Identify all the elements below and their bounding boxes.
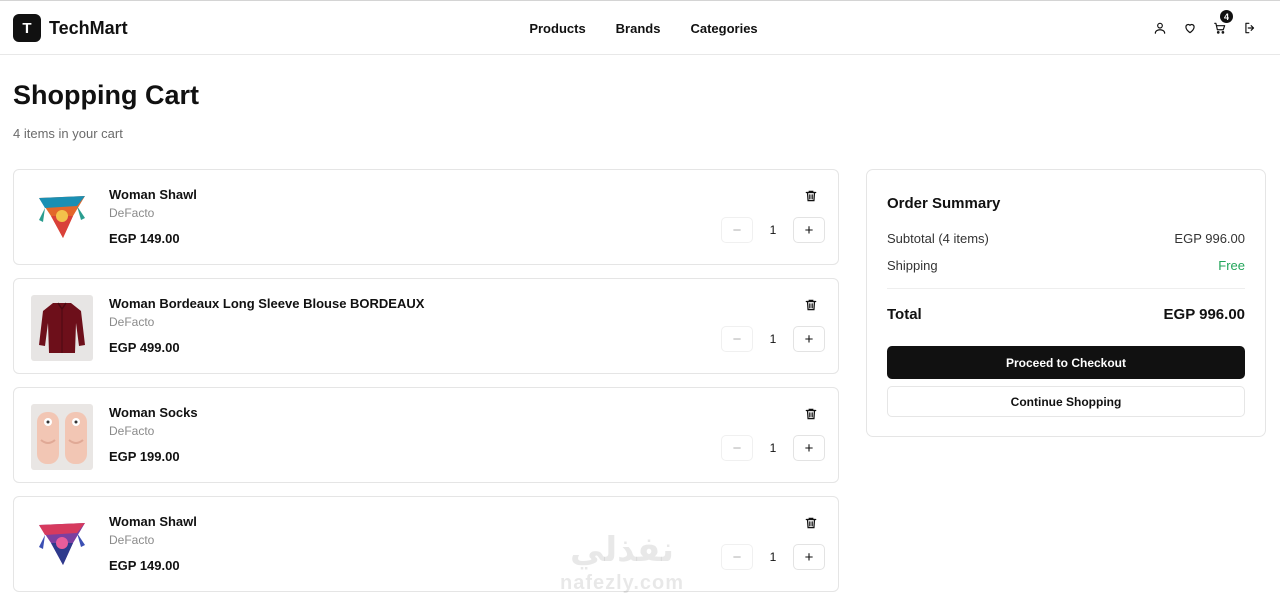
summary-divider [887, 288, 1245, 289]
item-price: EGP 149.00 [109, 558, 180, 573]
quantity-stepper: − 1 + [721, 544, 825, 570]
decrease-quantity-button[interactable]: − [721, 544, 753, 570]
cart-item: Woman Socks DeFacto EGP 199.00 − 1 + [13, 387, 839, 483]
logout-icon[interactable] [1242, 20, 1258, 36]
decrease-quantity-button[interactable]: − [721, 435, 753, 461]
quantity-stepper: − 1 + [721, 326, 825, 352]
summary-title: Order Summary [887, 195, 1001, 212]
subtotal-value: EGP 996.00 [1174, 231, 1245, 246]
shipping-label: Shipping [887, 258, 938, 273]
nav-products[interactable]: Products [529, 21, 585, 36]
cart-item: Woman Shawl DeFacto EGP 149.00 − 1 + [13, 169, 839, 265]
top-navbar: T TechMart Products Brands Categories 4 [0, 0, 1280, 55]
item-brand: DeFacto [109, 315, 155, 329]
item-name[interactable]: Woman Shawl [109, 187, 197, 202]
product-image-shawl[interactable] [31, 186, 93, 252]
item-name[interactable]: Woman Bordeaux Long Sleeve Blouse BORDEA… [109, 296, 424, 311]
cart-item-count: 4 items in your cart [13, 126, 123, 141]
trash-icon[interactable] [804, 298, 818, 312]
item-name[interactable]: Woman Shawl [109, 514, 197, 529]
quantity-stepper: − 1 + [721, 217, 825, 243]
continue-shopping-button[interactable]: Continue Shopping [887, 386, 1245, 417]
item-price: EGP 149.00 [109, 231, 180, 246]
cart-count-badge: 4 [1220, 10, 1233, 23]
quantity-value: 1 [769, 441, 777, 455]
subtotal-row: Subtotal (4 items) EGP 996.00 [887, 231, 1245, 246]
trash-icon[interactable] [804, 407, 818, 421]
quantity-value: 1 [769, 550, 777, 564]
item-price: EGP 199.00 [109, 449, 180, 464]
cart-icon[interactable]: 4 [1212, 10, 1233, 36]
increase-quantity-button[interactable]: + [793, 326, 825, 352]
main-nav: Products Brands Categories [0, 21, 1280, 36]
cart-item: Woman Bordeaux Long Sleeve Blouse BORDEA… [13, 278, 839, 374]
cart-item: Woman Shawl DeFacto EGP 149.00 − 1 + [13, 496, 839, 592]
increase-quantity-button[interactable]: + [793, 217, 825, 243]
trash-icon[interactable] [804, 516, 818, 530]
item-price: EGP 499.00 [109, 340, 180, 355]
product-image-shawl[interactable] [31, 513, 93, 579]
nav-categories[interactable]: Categories [690, 21, 757, 36]
decrease-quantity-button[interactable]: − [721, 217, 753, 243]
header-actions: 4 [1152, 10, 1258, 36]
quantity-value: 1 [769, 223, 777, 237]
shipping-row: Shipping Free [887, 258, 1245, 273]
item-brand: DeFacto [109, 424, 155, 438]
increase-quantity-button[interactable]: + [793, 435, 825, 461]
item-brand: DeFacto [109, 206, 155, 220]
quantity-stepper: − 1 + [721, 435, 825, 461]
total-row: Total EGP 996.00 [887, 306, 1245, 323]
product-image-blouse[interactable] [31, 295, 93, 361]
total-label: Total [887, 306, 922, 323]
heart-icon[interactable] [1182, 20, 1198, 36]
page-title: Shopping Cart [13, 80, 199, 110]
quantity-value: 1 [769, 332, 777, 346]
trash-icon[interactable] [804, 189, 818, 203]
decrease-quantity-button[interactable]: − [721, 326, 753, 352]
proceed-to-checkout-button[interactable]: Proceed to Checkout [887, 346, 1245, 379]
cart-items-list: Woman Shawl DeFacto EGP 149.00 − 1 + Wom… [13, 169, 839, 605]
increase-quantity-button[interactable]: + [793, 544, 825, 570]
order-summary-card: Order Summary Subtotal (4 items) EGP 996… [866, 169, 1266, 437]
nav-brands[interactable]: Brands [616, 21, 661, 36]
user-icon[interactable] [1152, 20, 1168, 36]
shipping-value: Free [1218, 258, 1245, 273]
total-value: EGP 996.00 [1163, 306, 1245, 323]
item-brand: DeFacto [109, 533, 155, 547]
item-name[interactable]: Woman Socks [109, 405, 198, 420]
product-image-socks[interactable] [31, 404, 93, 470]
subtotal-label: Subtotal (4 items) [887, 231, 989, 246]
